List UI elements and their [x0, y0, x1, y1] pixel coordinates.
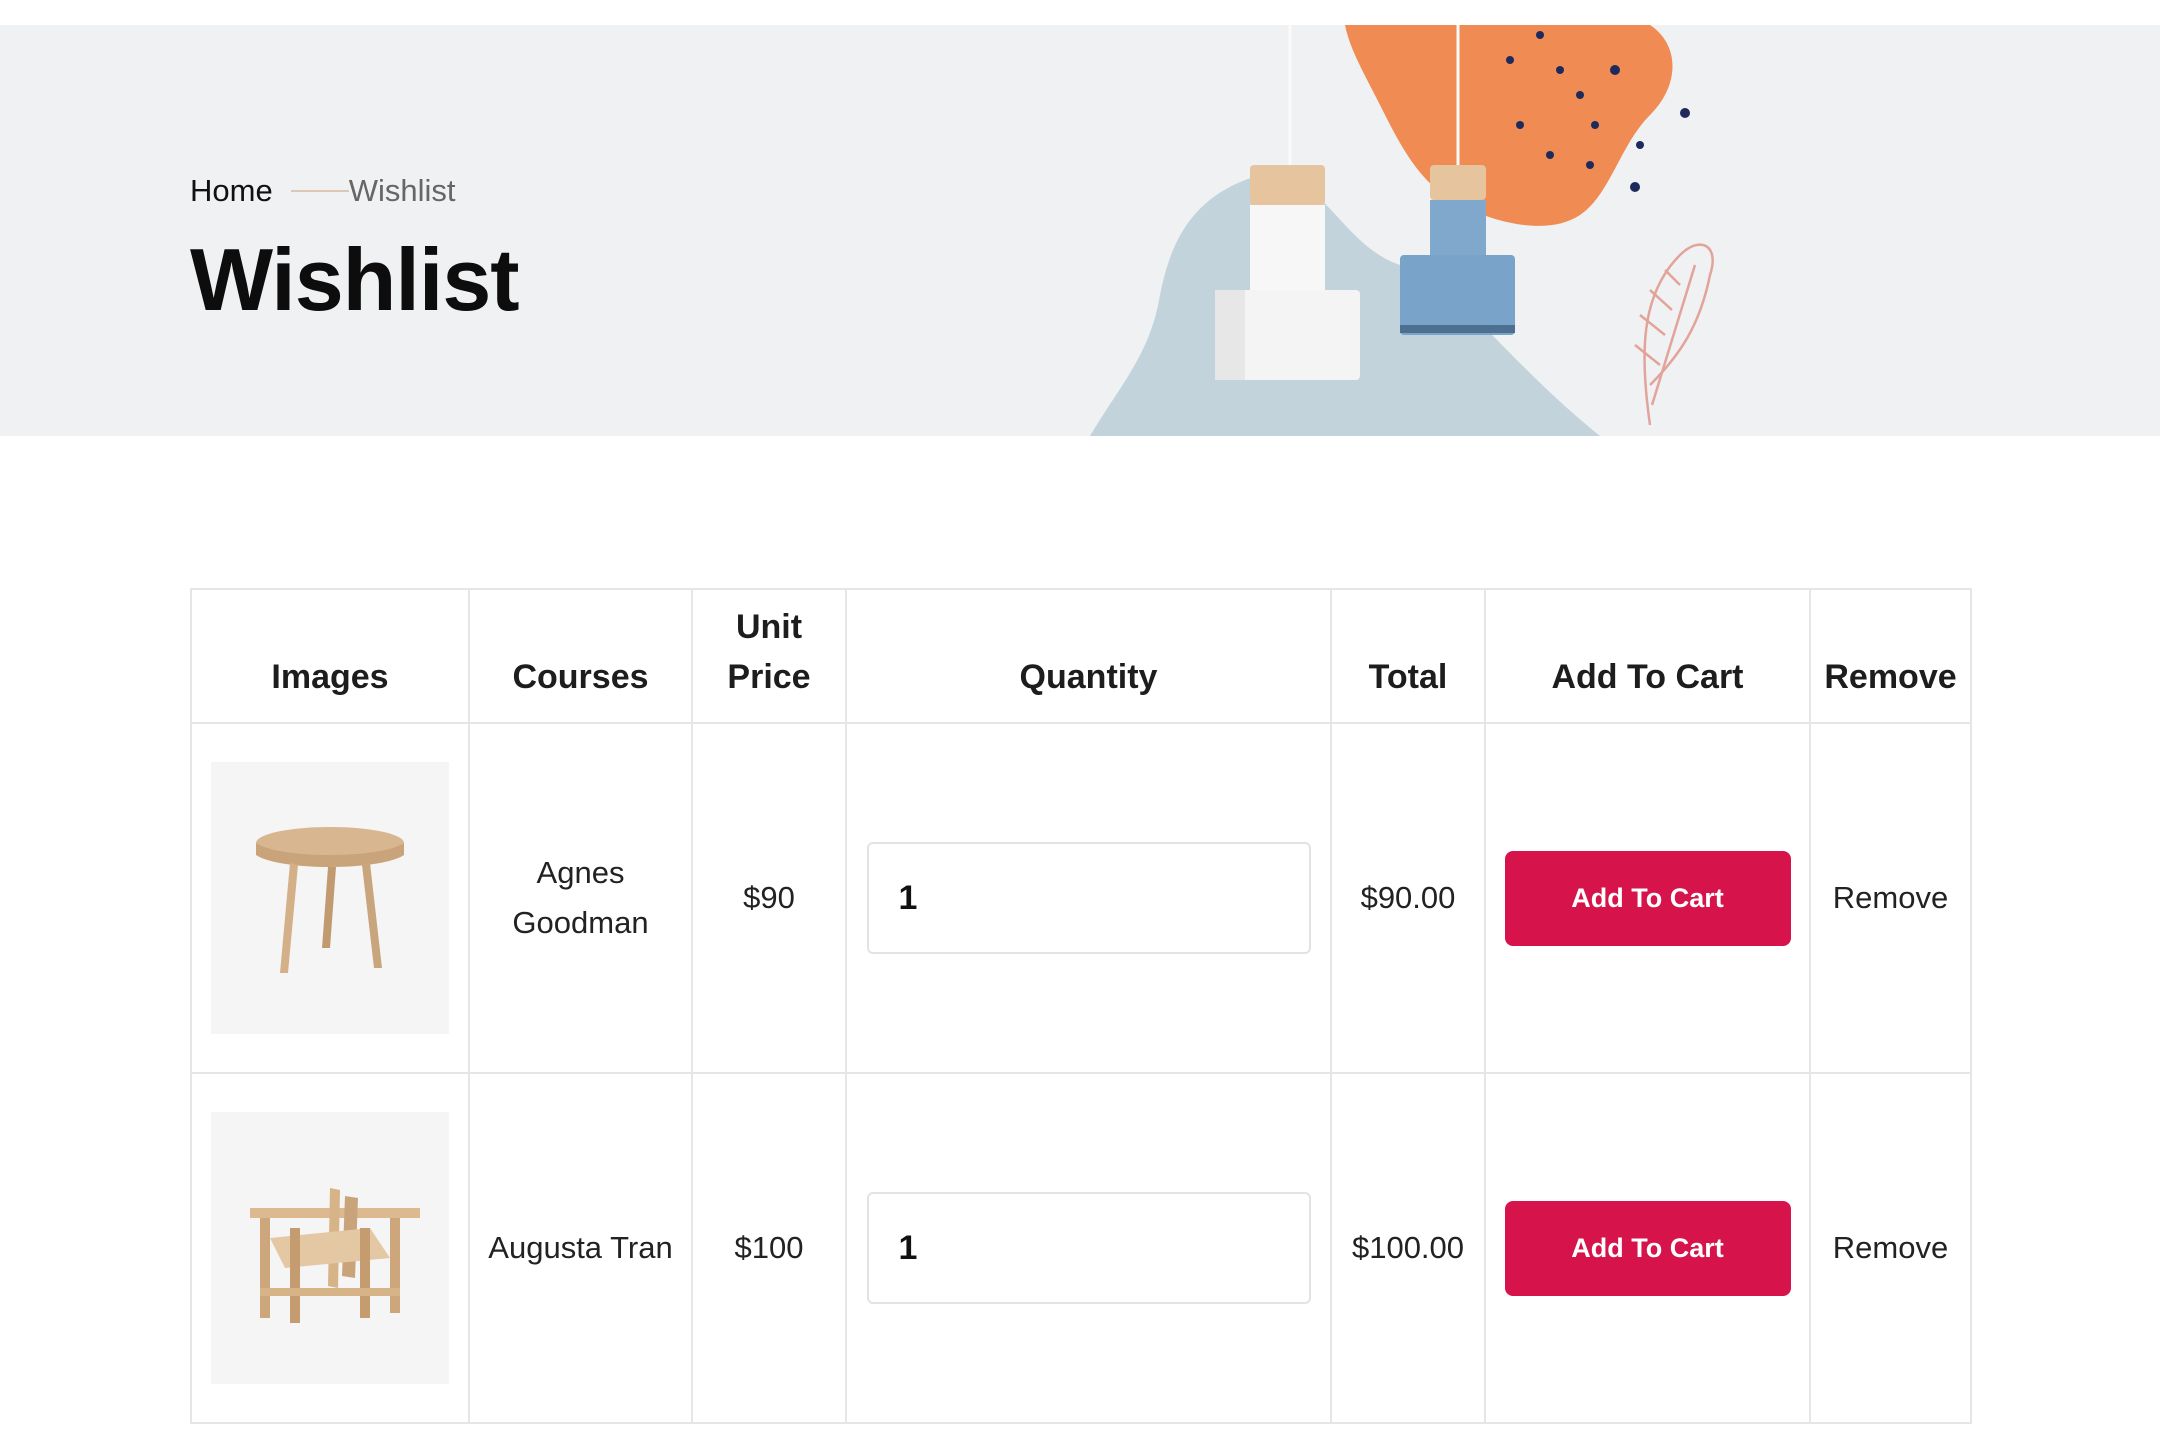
unit-price-cell: $100	[691, 1072, 847, 1424]
column-header-total: Total	[1330, 588, 1486, 724]
side-table-icon	[256, 827, 404, 973]
quantity-cell	[845, 722, 1332, 1074]
unit-price-header-line2: Price	[727, 658, 811, 696]
pendant-lamps-illustration	[1090, 25, 1714, 436]
armchair-icon	[250, 1188, 420, 1323]
quantity-cell	[845, 1072, 1332, 1424]
unit-price-header-line1: Unit	[735, 608, 803, 646]
table-row: Agnes Goodman $90 $90.00 Add To Cart Rem…	[190, 722, 1972, 1074]
product-image-cell	[190, 722, 470, 1074]
breadcrumb-current: Wishlist	[348, 173, 456, 208]
page-banner: Home Wishlist Wishlist	[0, 25, 2160, 436]
add-to-cart-button[interactable]: Add To Cart	[1504, 1200, 1791, 1296]
wishlist-table: Images Courses Unit Price Quantity Total…	[190, 588, 1972, 1424]
product-name-line2[interactable]: Goodman	[470, 898, 691, 948]
remove-link[interactable]: Remove	[1833, 1230, 1948, 1265]
breadcrumb: Home Wishlist	[190, 171, 455, 211]
add-to-cart-button[interactable]: Add To Cart	[1504, 850, 1791, 946]
product-thumbnail[interactable]	[211, 762, 449, 1034]
remove-cell: Remove	[1809, 1072, 1972, 1424]
product-name-cell[interactable]: Augusta Tran	[468, 1072, 693, 1424]
add-to-cart-cell: Add To Cart	[1484, 1072, 1811, 1424]
quantity-input[interactable]	[866, 1192, 1311, 1304]
column-header-remove: Remove	[1809, 588, 1972, 724]
column-header-add-to-cart: Add To Cart	[1484, 588, 1811, 724]
breadcrumb-home-link[interactable]: Home	[190, 171, 273, 211]
breadcrumb-separator	[290, 190, 349, 192]
total-cell: $100.00	[1330, 1072, 1486, 1424]
product-thumbnail[interactable]	[211, 1112, 449, 1384]
column-header-quantity: Quantity	[845, 588, 1332, 724]
column-header-courses: Courses	[468, 588, 693, 724]
remove-link[interactable]: Remove	[1833, 880, 1948, 915]
column-header-images: Images	[190, 588, 470, 724]
unit-price-cell: $90	[691, 722, 847, 1074]
wishlist-page: Home Wishlist Wishlist Images Courses Un…	[0, 0, 2160, 1437]
page-title: Wishlist	[190, 230, 520, 329]
column-header-unit-price: Unit Price	[691, 588, 847, 724]
product-image-cell	[190, 1072, 470, 1424]
total-cell: $90.00	[1330, 722, 1486, 1074]
product-name-line1[interactable]: Agnes	[470, 848, 691, 898]
add-to-cart-cell: Add To Cart	[1484, 722, 1811, 1074]
table-header-row: Images Courses Unit Price Quantity Total…	[190, 588, 1972, 724]
product-name-cell: Agnes Goodman	[468, 722, 693, 1074]
quantity-input[interactable]	[866, 842, 1311, 954]
remove-cell: Remove	[1809, 722, 1972, 1074]
table-row: Augusta Tran $100 $100.00 Add To Cart Re…	[190, 1072, 1972, 1424]
